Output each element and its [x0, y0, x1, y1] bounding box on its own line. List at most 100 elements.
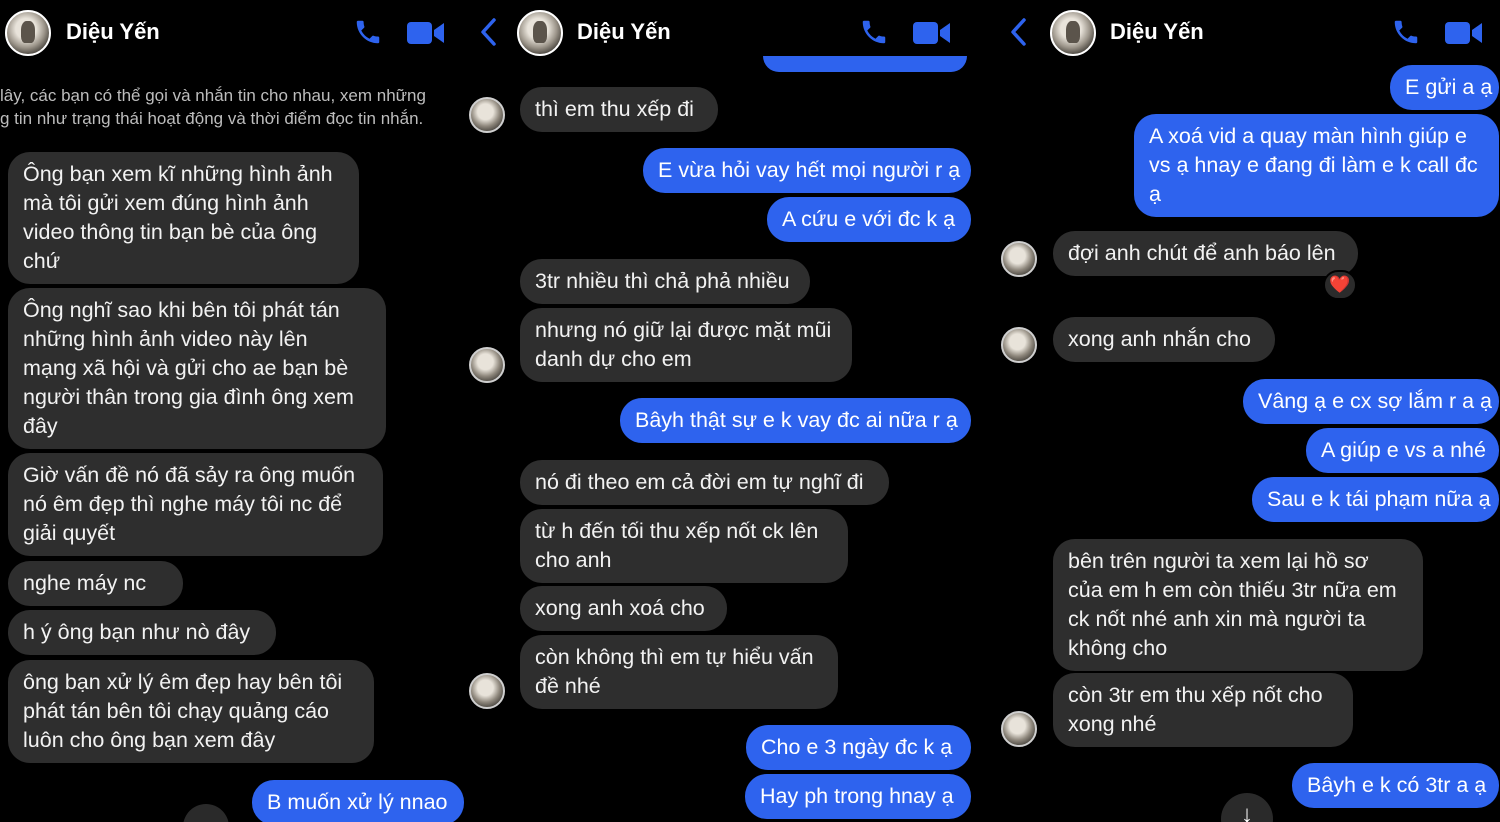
phone-icon[interactable] [353, 16, 383, 48]
message-line: còn không thì em tự hiểu vấn [535, 645, 814, 669]
sender-avatar [1001, 327, 1037, 363]
incoming-message[interactable]: nó đi theo em cả đời em tự nghĩ đi [520, 460, 889, 505]
incoming-message[interactable]: bên trên người ta xem lại hồ sơ của em h… [1053, 539, 1423, 671]
notice-line: lây, các bạn có thể gọi và nhắn tin cho … [0, 86, 426, 105]
chat-header: Diệu Yến [0, 0, 465, 64]
screenshot-collage: Diệu Yến lây, các bạn có thể gọi và nhắn… [0, 0, 1500, 822]
phone-icon[interactable] [1391, 16, 1421, 48]
message-line: chứ [23, 249, 61, 273]
phone-icon[interactable] [859, 16, 889, 48]
incoming-message[interactable]: xong anh xoá cho [520, 586, 727, 631]
video-camera-icon[interactable] [913, 20, 951, 46]
outgoing-message[interactable]: Cho e 3 ngày đc k ạ [746, 725, 971, 770]
incoming-message[interactable]: từ h đến tối thu xếp nốt ck lên cho anh [520, 509, 848, 583]
message-line: xong anh xoá cho [535, 596, 705, 620]
incoming-message[interactable]: nghe máy nc [8, 561, 183, 606]
message-line: A xoá vid a quay màn hình giúp e [1149, 124, 1467, 148]
message-line: Hay ph trong hnay ạ [760, 784, 954, 808]
message-line: h ý ông bạn như nò đây [23, 620, 251, 644]
incoming-message[interactable]: h ý ông bạn như nò đây [8, 610, 276, 655]
message-line: từ h đến tối thu xếp nốt ck lên [535, 519, 819, 543]
message-line: cho anh [535, 548, 612, 572]
message-line: E gửi a ạ [1405, 75, 1493, 99]
contact-avatar[interactable] [517, 10, 563, 56]
contact-avatar[interactable] [5, 10, 51, 56]
sender-avatar [1001, 711, 1037, 747]
message-line: mà tôi gửi xem đúng hình ảnh [23, 191, 309, 215]
chat-header: Diệu Yến [465, 0, 981, 64]
message-line: Vâng ạ e cx sợ lắm r a ạ [1258, 389, 1492, 413]
reaction-glyph: ❤️ [1329, 275, 1351, 294]
message-line: Sau e k tái phạm nữa ạ [1267, 487, 1491, 511]
contact-name[interactable]: Diệu Yến [66, 19, 160, 45]
incoming-message[interactable]: thì em thu xếp đi [520, 87, 718, 132]
outgoing-message[interactable]: A cứu e với đc k ạ [767, 197, 971, 242]
message-line: đợi anh chút để anh báo lên [1068, 241, 1336, 265]
sender-avatar [469, 673, 505, 709]
incoming-message[interactable]: 3tr nhiều thì chả phả nhiều [520, 259, 810, 304]
incoming-message[interactable]: nhưng nó giữ lại được mặt mũi danh dự ch… [520, 308, 852, 382]
message-line: 3tr nhiều thì chả phả nhiều [535, 269, 790, 293]
message-line: nó đi theo em cả đời em tự nghĩ đi [535, 470, 864, 494]
incoming-message[interactable]: còn không thì em tự hiểu vấn đề nhé [520, 635, 838, 709]
sender-avatar [469, 347, 505, 383]
contact-name[interactable]: Diệu Yến [577, 19, 671, 45]
message-line: xong nhé [1068, 712, 1157, 736]
message-line: phát tán bên tôi chạy quảng cáo [23, 699, 330, 723]
arrow-down-icon: ↓ [1241, 801, 1253, 822]
outgoing-message[interactable]: E vừa hỏi vay hết mọi người r ạ [643, 148, 971, 193]
message-line: bên trên người ta xem lại hồ sơ [1068, 549, 1369, 573]
message-line: giải quyết [23, 521, 116, 545]
scroll-to-bottom-button[interactable]: ↓ [1221, 793, 1273, 822]
message-line: ck nốt nhé anh xin mà người ta [1068, 607, 1366, 631]
message-line: không cho [1068, 636, 1168, 660]
video-camera-icon[interactable] [407, 20, 445, 46]
outgoing-message[interactable]: Sau e k tái phạm nữa ạ [1252, 477, 1499, 522]
heart-reaction-icon[interactable]: ❤️ [1323, 270, 1357, 300]
chat-panel-3: Diệu Yến E gửi a ạ A xoá vid a quay màn … [981, 0, 1500, 822]
outgoing-message[interactable]: B muốn xử lý nnao [252, 780, 464, 822]
incoming-message[interactable]: Ông nghĩ sao khi bên tôi phát tán những … [8, 288, 386, 449]
outgoing-message[interactable]: Hay ph trong hnay ạ [745, 774, 971, 819]
incoming-message[interactable]: Ông bạn xem kĩ những hình ảnh mà tôi gửi… [8, 152, 359, 284]
chat-panel-2: Diệu Yến thì em thu xếp đi E vừa hỏi vay… [465, 0, 981, 822]
message-line: danh dự cho em [535, 347, 692, 371]
message-line: nhưng nó giữ lại được mặt mũi [535, 318, 832, 342]
message-line: A cứu e với đc k ạ [782, 207, 956, 231]
notice-line: g tin như trạng thái hoạt động và thời đ… [0, 109, 424, 128]
message-line: Ông nghĩ sao khi bên tôi phát tán [23, 298, 340, 322]
chevron-left-icon[interactable] [1007, 14, 1031, 50]
message-line: xong anh nhắn cho [1068, 327, 1251, 351]
message-line: B muốn xử lý nnao [267, 790, 448, 814]
outgoing-message[interactable]: Vâng ạ e cx sợ lắm r a ạ [1243, 379, 1499, 424]
contact-name[interactable]: Diệu Yến [1110, 19, 1204, 45]
message-line: vs ạ hnay e đang đi làm e k call đc [1149, 153, 1478, 177]
message-line: nó êm đẹp thì nghe máy tôi nc để [23, 492, 343, 516]
message-line: nghe máy nc [23, 571, 147, 595]
message-line: video thông tin bạn bè của ông [23, 220, 318, 244]
message-line: Ông bạn xem kĩ những hình ảnh [23, 162, 333, 186]
message-line: người thân trong gia đình ông xem [23, 385, 354, 409]
chat-header: Diệu Yến [981, 0, 1500, 64]
message-line: Bâyh e k có 3tr a ạ [1307, 773, 1487, 797]
incoming-message[interactable]: còn 3tr em thu xếp nốt cho xong nhé [1053, 673, 1353, 747]
message-line: đề nhé [535, 674, 601, 698]
outgoing-message[interactable]: A xoá vid a quay màn hình giúp e vs ạ hn… [1134, 114, 1499, 217]
message-line: Bâyh thật sự e k vay đc ai nữa r ạ [635, 408, 958, 432]
message-line: ông bạn xử lý êm đẹp hay bên tôi [23, 670, 343, 694]
message-line: thì em thu xếp đi [535, 97, 694, 121]
outgoing-message[interactable]: E gửi a ạ [1390, 65, 1499, 110]
incoming-message[interactable]: đợi anh chút để anh báo lên [1053, 231, 1358, 276]
outgoing-message[interactable]: Bâyh thật sự e k vay đc ai nữa r ạ [620, 398, 971, 443]
outgoing-message[interactable]: Bâyh e k có 3tr a ạ [1292, 763, 1499, 808]
incoming-message[interactable]: Giờ vấn đề nó đã sảy ra ông muốn nó êm đ… [8, 453, 383, 556]
chevron-left-icon[interactable] [477, 14, 501, 50]
contact-avatar[interactable] [1050, 10, 1096, 56]
message-line: Giờ vấn đề nó đã sảy ra ông muốn [23, 463, 356, 487]
outgoing-message[interactable]: A giúp e vs a nhé [1306, 428, 1499, 473]
video-camera-icon[interactable] [1445, 20, 1483, 46]
incoming-message[interactable]: ông bạn xử lý êm đẹp hay bên tôi phát tá… [8, 660, 374, 763]
incoming-message[interactable]: xong anh nhắn cho [1053, 317, 1275, 362]
message-line: của em h em còn thiếu 3tr nữa em [1068, 578, 1397, 602]
message-line: ạ [1149, 182, 1161, 206]
